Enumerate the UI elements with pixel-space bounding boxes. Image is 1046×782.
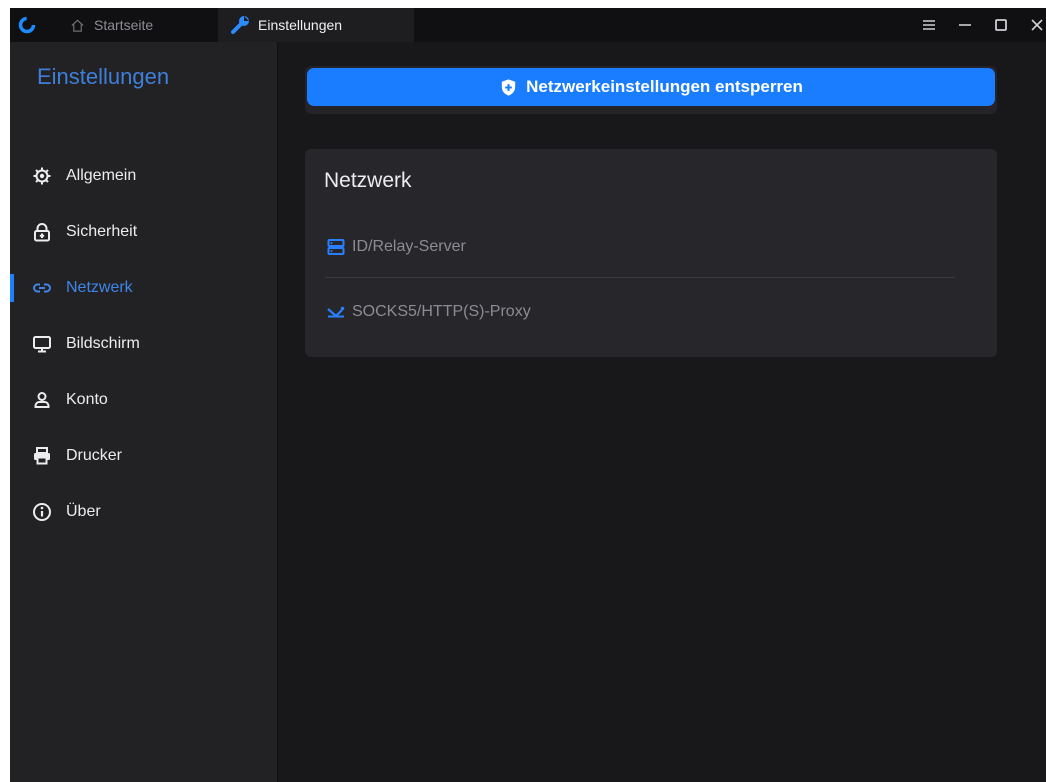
link-icon [32,278,52,298]
lock-icon [32,222,52,242]
sidebar-item-netzwerk[interactable]: Netzwerk [10,266,278,310]
sidebar-item-label: Bildschirm [66,335,140,352]
main-content: Netzwerkeinstellungen entsperren Netzwer… [279,42,1046,782]
row-label: ID/Relay-Server [352,238,466,255]
proxy-icon [327,303,345,321]
sidebar-item-sicherheit[interactable]: Sicherheit [10,210,278,254]
wrench-icon [231,16,249,34]
menu-icon [923,20,935,30]
maximize-icon [995,19,1007,31]
unlock-panel: Netzwerkeinstellungen entsperren [305,66,997,114]
sidebar-item-label: Drucker [66,447,123,464]
tab-label: Einstellungen [258,17,343,33]
sidebar-item-ueber[interactable]: Über [10,490,278,534]
tab-startseite[interactable]: Startseite [62,8,212,42]
id-relay-server-row[interactable]: ID/Relay-Server [327,231,466,263]
minimize-button[interactable] [952,8,978,42]
printer-icon [32,446,52,466]
close-icon [1031,19,1043,31]
person-icon [32,390,52,410]
unlock-network-settings-button[interactable]: Netzwerkeinstellungen entsperren [307,68,995,106]
card-title: Netzwerk [324,169,412,192]
info-icon [32,502,52,522]
shield-icon [501,78,516,96]
tab-einstellungen[interactable]: Einstellungen [218,8,414,42]
app-window: Startseite Einstellungen Einstellungen A… [10,8,1046,782]
maximize-button[interactable] [988,8,1014,42]
gear-icon [32,166,52,186]
sidebar: Einstellungen Allgemein Sicherheit Netzw… [10,42,278,782]
sidebar-item-label: Allgemein [66,167,137,184]
title-bar: Startseite Einstellungen [10,8,1046,42]
socks5-proxy-row[interactable]: SOCKS5/HTTP(S)-Proxy [327,296,531,328]
sidebar-title: Einstellungen [37,64,170,89]
sidebar-item-allgemein[interactable]: Allgemein [10,154,278,198]
server-icon [327,238,345,256]
monitor-icon [32,334,52,354]
close-button[interactable] [1024,8,1046,42]
row-divider [325,277,955,278]
sidebar-item-bildschirm[interactable]: Bildschirm [10,322,278,366]
minimize-icon [959,24,971,26]
tab-label: Startseite [94,17,154,33]
network-card: Netzwerk ID/Relay-Server SOCKS5/HTTP(S)-… [305,149,997,357]
unlock-button-label: Netzwerkeinstellungen entsperren [526,77,803,96]
row-label: SOCKS5/HTTP(S)-Proxy [352,303,531,320]
sidebar-item-label: Netzwerk [66,279,133,296]
sidebar-item-label: Konto [66,391,108,408]
sidebar-item-label: Sicherheit [66,223,138,240]
sidebar-item-drucker[interactable]: Drucker [10,434,278,478]
sidebar-item-label: Über [66,503,101,520]
app-logo-icon [18,16,36,34]
menu-button[interactable] [916,8,942,42]
home-icon [71,19,84,32]
sidebar-item-konto[interactable]: Konto [10,378,278,422]
